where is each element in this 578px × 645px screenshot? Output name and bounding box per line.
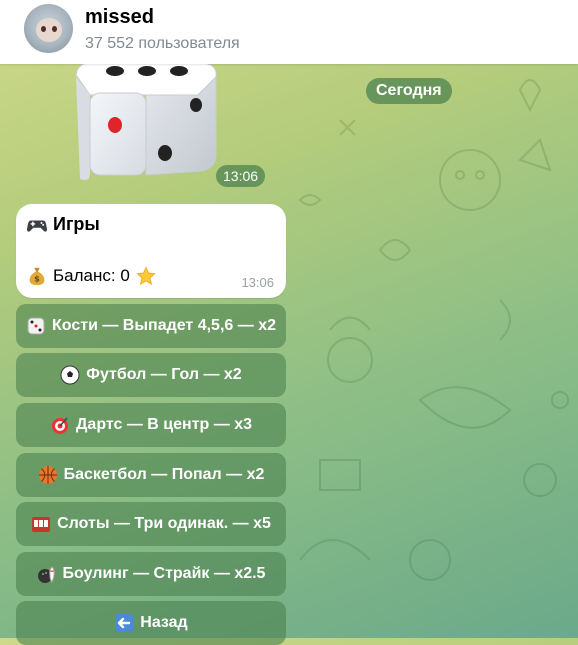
basketball-game-label: Баскетбол — Попал — x2 (63, 466, 265, 483)
slots-game-button[interactable]: Слоты — Три одинак. — x5 (16, 502, 286, 546)
message-timestamp: 13:06 (241, 275, 274, 290)
football-game-button[interactable]: Футбол — Гол — x2 (16, 353, 286, 397)
dice-timestamp: 13:06 (216, 165, 266, 187)
avatar[interactable] (24, 4, 73, 53)
dice-game-button[interactable]: Кости — Выпадет 4,5,6 — x2 (16, 304, 286, 348)
balance-text: Баланс: 0 (53, 266, 130, 285)
slots-game-label: Слоты — Три одинак. — x5 (57, 515, 271, 532)
chat-header: missed 37 552 пользователя (0, 0, 578, 64)
money-bag-icon: $ (29, 267, 45, 286)
back-button[interactable]: Назад (16, 601, 286, 645)
dice-icon (27, 317, 45, 335)
darts-game-button[interactable]: Дартс — В центр — x3 (16, 403, 286, 447)
dice-icon (75, 62, 217, 181)
dice-game-label: Кости — Выпадет 4,5,6 — x2 (52, 317, 276, 334)
football-game-label: Футбол — Гол — x2 (86, 366, 242, 383)
back-label: Назад (140, 614, 188, 631)
bowling-game-button[interactable]: Боулинг — Страйк — x2.5 (16, 552, 286, 596)
soccer-ball-icon (60, 365, 80, 385)
dart-icon (52, 417, 70, 434)
bowling-icon (37, 566, 55, 583)
message-title: Игры (53, 214, 100, 234)
chat-title[interactable]: missed (85, 6, 154, 29)
basketball-icon (38, 466, 57, 484)
svg-text:$: $ (34, 273, 40, 283)
star-icon (136, 266, 156, 286)
avatar-face (36, 18, 62, 42)
slot-machine-icon (32, 517, 51, 532)
bowling-game-label: Боулинг — Страйк — x2.5 (62, 565, 266, 582)
dice-sticker[interactable] (70, 55, 230, 185)
game-controller-icon (27, 219, 47, 232)
message-bubble: Игры $ Баланс: 0 13:06 (16, 204, 286, 298)
avatar-eye (41, 26, 46, 32)
chat-member-count: 37 552 пользователя (85, 35, 240, 52)
date-chip: Сегодня (366, 78, 452, 104)
basketball-game-button[interactable]: Баскетбол — Попал — x2 (16, 453, 286, 497)
message-title-row: Игры (27, 214, 100, 235)
back-arrow-icon (115, 614, 134, 632)
darts-game-label: Дартс — В центр — x3 (76, 416, 252, 433)
balance-row: $ Баланс: 0 (27, 266, 156, 286)
avatar-eye (52, 26, 57, 32)
